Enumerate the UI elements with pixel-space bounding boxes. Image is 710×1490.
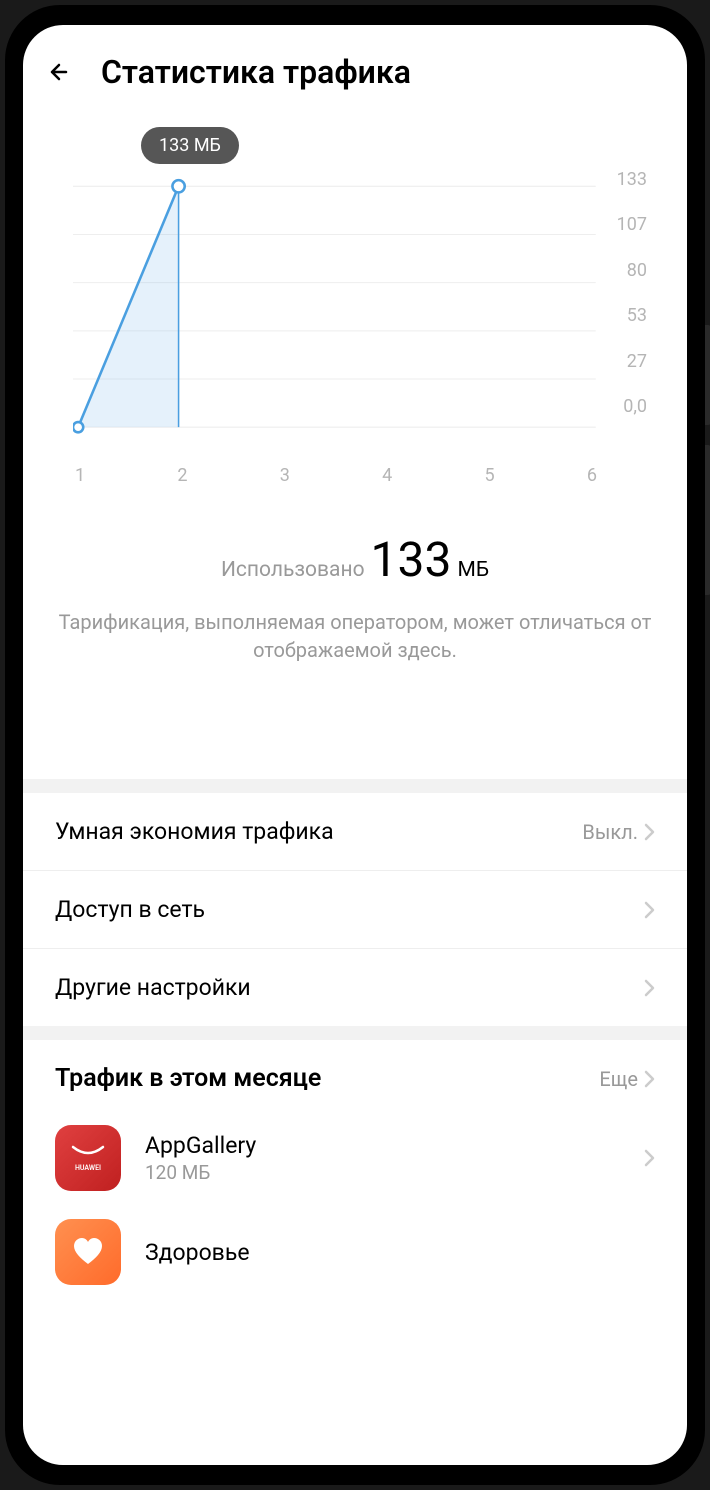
chevron-right-icon xyxy=(644,1070,655,1088)
chevron-right-icon xyxy=(644,901,655,919)
setting-other-settings[interactable]: Другие настройки xyxy=(23,949,687,1026)
app-usage: 120 МБ xyxy=(145,1161,620,1184)
svg-text:HUAWEI: HUAWEI xyxy=(75,1164,101,1172)
page-title: Статистика трафика xyxy=(101,53,411,91)
chart-section: 133 МБ xyxy=(23,107,687,486)
usage-label: Использовано xyxy=(221,558,365,582)
more-link[interactable]: Еще xyxy=(599,1067,655,1091)
app-name: AppGallery xyxy=(145,1132,620,1159)
usage-summary: Использовано 133 МБ xyxy=(23,531,687,588)
setting-smart-data-saver[interactable]: Умная экономия трафика Выкл. xyxy=(23,793,687,871)
health-icon xyxy=(55,1219,121,1285)
chart-tooltip: 133 МБ xyxy=(141,127,239,164)
usage-value: 133 xyxy=(371,531,452,588)
chart-x-labels: 1 2 3 4 5 6 xyxy=(73,465,647,486)
disclaimer-text: Тарификация, выполняемая оператором, мож… xyxy=(23,588,687,684)
app-row-health[interactable]: Здоровье xyxy=(23,1205,687,1299)
chevron-right-icon xyxy=(644,1149,655,1167)
month-title: Трафик в этом месяце xyxy=(55,1064,321,1093)
app-name: Здоровье xyxy=(145,1239,655,1266)
setting-network-access[interactable]: Доступ в сеть xyxy=(23,871,687,949)
header: Статистика трафика xyxy=(23,25,687,107)
chevron-right-icon xyxy=(644,979,655,997)
usage-chart[interactable] xyxy=(73,137,647,457)
section-divider xyxy=(23,1026,687,1040)
back-button[interactable] xyxy=(47,60,71,84)
section-divider xyxy=(23,779,687,793)
chevron-right-icon xyxy=(644,823,655,841)
chart-y-labels: 133 107 80 53 27 0,0 xyxy=(617,137,647,457)
app-row-appgallery[interactable]: HUAWEI AppGallery 120 МБ xyxy=(23,1111,687,1205)
month-section-header: Трафик в этом месяце Еще xyxy=(23,1040,687,1111)
appgallery-icon: HUAWEI xyxy=(55,1125,121,1191)
usage-unit: МБ xyxy=(457,558,489,582)
